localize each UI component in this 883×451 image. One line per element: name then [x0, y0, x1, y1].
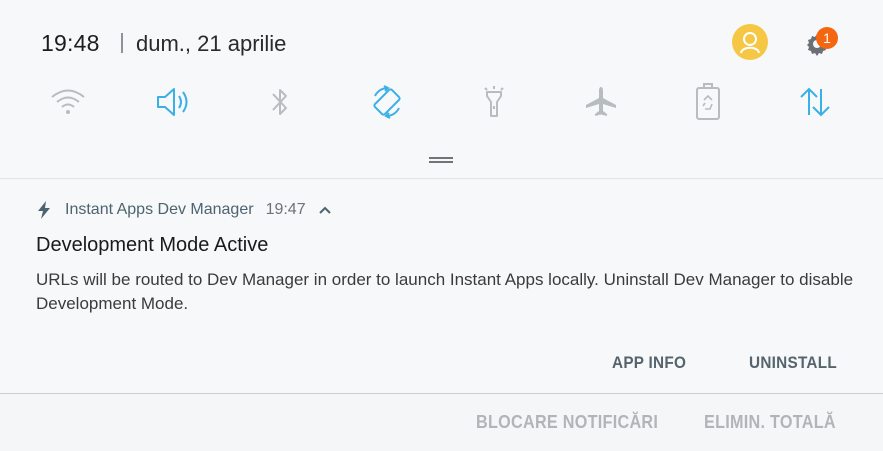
- block-notifications-button[interactable]: BLOCARE NOTIFICĂRI: [476, 412, 658, 433]
- flashlight-toggle[interactable]: [472, 82, 516, 122]
- date-separator: [121, 33, 123, 53]
- sound-toggle[interactable]: [152, 82, 196, 122]
- status-time: 19:48: [41, 30, 100, 56]
- power-saving-toggle[interactable]: [686, 82, 730, 122]
- notification-header: Instant Apps Dev Manager 19:47: [37, 199, 332, 221]
- wifi-toggle[interactable]: [46, 82, 90, 122]
- auto-rotate-icon: [373, 85, 401, 119]
- status-date[interactable]: dum., 21 aprilie: [136, 31, 286, 57]
- notification-app-name: Instant Apps Dev Manager: [65, 201, 254, 218]
- chevron-up-icon: [318, 206, 331, 214]
- mobile-data-toggle[interactable]: [793, 82, 837, 122]
- user-icon: [740, 32, 760, 54]
- bluetooth-icon: [272, 89, 287, 115]
- lightning-icon: [38, 201, 50, 219]
- clear-all-button[interactable]: ELIMIN. TOTALĂ: [704, 412, 836, 433]
- auto-rotate-toggle[interactable]: [365, 82, 409, 122]
- notification-body: URLs will be routed to Dev Manager in or…: [36, 270, 854, 313]
- settings-badge: 1: [816, 27, 838, 49]
- uninstall-button[interactable]: UNINSTALL: [749, 353, 837, 373]
- app-info-button[interactable]: APP INFO: [612, 353, 686, 373]
- user-avatar[interactable]: [732, 24, 768, 60]
- sound-icon: [157, 88, 188, 116]
- airplane-mode-toggle[interactable]: [579, 82, 623, 122]
- quick-panel: 19:48 dum., 21 aprilie 1: [0, 0, 883, 179]
- bluetooth-toggle[interactable]: [258, 82, 302, 122]
- notification-time: 19:47: [265, 201, 306, 218]
- airplane-mode-icon: [586, 87, 616, 116]
- flashlight-icon: [484, 86, 504, 117]
- notification-title: Development Mode Active: [36, 234, 269, 256]
- notification-card[interactable]: Instant Apps Dev Manager 19:47 Developme…: [0, 180, 883, 394]
- power-saving-icon: [696, 83, 720, 120]
- wifi-icon: [51, 89, 85, 114]
- panel-drag-handle[interactable]: [429, 157, 453, 163]
- collapse-toggle[interactable]: [318, 205, 332, 215]
- mobile-data-icon: [800, 87, 830, 117]
- notification-footer: BLOCARE NOTIFICĂRI ELIMIN. TOTALĂ: [0, 395, 883, 451]
